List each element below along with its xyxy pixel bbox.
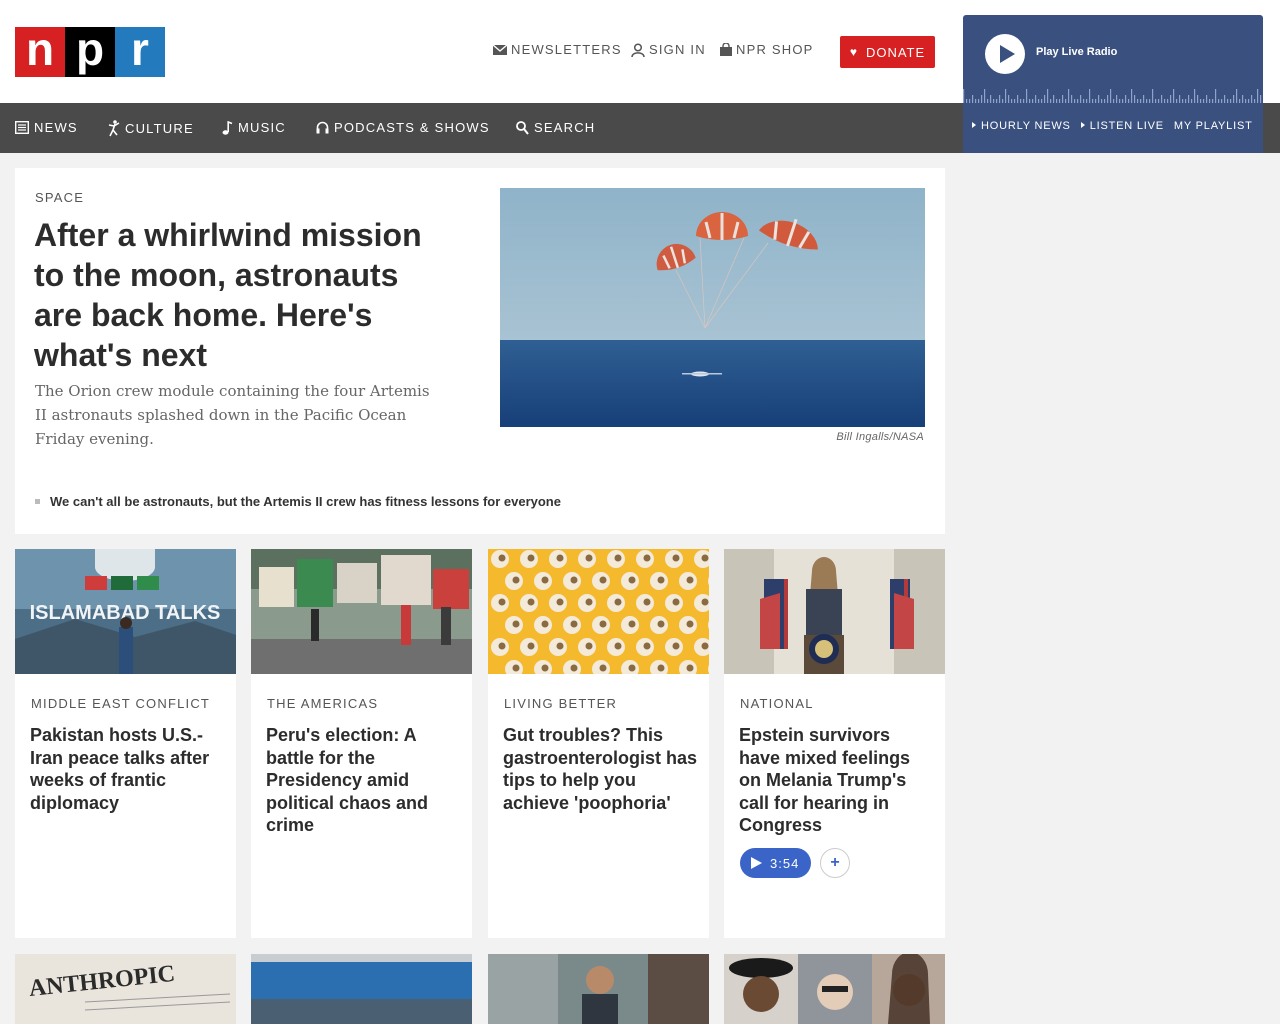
audio-waveform-icon [963, 89, 1262, 103]
story-image[interactable] [488, 954, 709, 1024]
story-title[interactable]: Pakistan hosts U.S.-Iran peace talks aft… [30, 724, 225, 814]
play-triangle-icon [1080, 122, 1085, 128]
audio-controls: 3:54 + [740, 848, 850, 878]
search-icon [516, 120, 529, 135]
story-slug[interactable]: LIVING BETTER [504, 696, 617, 711]
story-image[interactable] [251, 549, 472, 674]
logo-letter-n: n [15, 26, 65, 77]
donate-button[interactable]: ♥ DONATE [840, 36, 935, 68]
dancer-icon [108, 120, 120, 137]
nav-search-label: SEARCH [534, 120, 596, 135]
donate-label: DONATE [865, 44, 926, 60]
envelope-icon [493, 44, 507, 55]
story-image[interactable] [724, 549, 945, 674]
related-story-label: We can't all be astronauts, but the Arte… [50, 494, 561, 509]
story-card: THE AMERICAS Peru's election: A battle f… [251, 549, 472, 938]
sign-in-link[interactable]: SIGN IN [631, 42, 706, 57]
story-title[interactable]: Peru's election: A battle for the Presid… [266, 724, 461, 837]
npr-shop-label: NPR SHOP [736, 42, 814, 57]
main-nav: NEWS CULTURE MUSIC PODCASTS & SHOWS SEAR… [0, 103, 963, 153]
music-note-icon [222, 120, 233, 135]
nav-music-label: MUSIC [238, 120, 286, 135]
play-triangle-icon [972, 122, 976, 128]
nav-news[interactable]: NEWS [15, 120, 78, 135]
audio-play-button[interactable]: 3:54 [740, 848, 811, 878]
hourly-news-link[interactable]: HOURLY NEWS [972, 120, 1071, 132]
nav-news-label: NEWS [34, 120, 78, 135]
npr-shop-link[interactable]: NPR SHOP [720, 42, 814, 57]
nav-podcasts-label: PODCASTS & SHOWS [334, 120, 490, 135]
audio-duration: 3:54 [770, 855, 800, 871]
newsletters-label: NEWSLETTERS [511, 42, 622, 57]
lead-story: SPACE After a whirlwind mission to the m… [15, 168, 945, 534]
lead-image-credit: Bill Ingalls/NASA [836, 431, 924, 443]
story-image[interactable] [724, 954, 945, 1024]
npr-logo[interactable]: n p r [15, 26, 165, 77]
story-card: LIVING BETTER Gut troubles? This gastroe… [488, 549, 709, 938]
nav-music[interactable]: MUSIC [222, 120, 286, 135]
story-slug[interactable]: MIDDLE EAST CONFLICT [31, 696, 210, 711]
story-title[interactable]: Epstein survivors have mixed feelings on… [739, 724, 934, 837]
nav-podcasts-shows[interactable]: PODCASTS & SHOWS [316, 120, 490, 135]
sign-in-label: SIGN IN [649, 42, 706, 57]
play-icon [751, 857, 762, 869]
lead-story-teaser[interactable]: The Orion crew module containing the fou… [35, 379, 445, 451]
story-card: NATIONAL Epstein survivors have mixed fe… [724, 549, 945, 938]
listen-live-link[interactable]: LISTEN LIVE [1080, 120, 1164, 132]
story-image[interactable] [488, 549, 709, 674]
nav-culture-label: CULTURE [125, 121, 194, 136]
story-title[interactable]: Gut troubles? This gastroenterologist ha… [503, 724, 698, 814]
story-image[interactable]: ANTHROPIC [15, 954, 236, 1024]
nav-search[interactable]: SEARCH [516, 120, 595, 135]
lead-story-image[interactable] [500, 188, 925, 427]
headphones-icon [316, 121, 329, 134]
play-live-radio-label[interactable]: Play Live Radio [1036, 46, 1117, 58]
newspaper-icon [15, 121, 29, 134]
lead-story-title[interactable]: After a whirlwind mission to the moon, a… [34, 215, 454, 375]
add-to-playlist-button[interactable]: + [820, 848, 850, 878]
nav-culture[interactable]: CULTURE [108, 120, 194, 137]
my-playlist-link[interactable]: MY PLAYLIST [1174, 120, 1253, 132]
play-icon[interactable] [985, 34, 1025, 74]
story-card: ISLAMABAD TALKS MIDDLE EAST CONFLICT Pak… [15, 549, 236, 938]
bullet-icon [35, 499, 40, 504]
story-slug[interactable]: NATIONAL [740, 696, 814, 711]
user-icon [631, 42, 645, 57]
related-story-link[interactable]: We can't all be astronauts, but the Arte… [35, 494, 561, 509]
player-links: HOURLY NEWS LISTEN LIVE MY PLAYLIST [972, 120, 1253, 132]
shopping-bag-icon [720, 43, 732, 56]
story-image[interactable] [251, 954, 472, 1024]
logo-letter-p: p [65, 26, 115, 77]
logo-letter-r: r [115, 26, 165, 77]
story-image[interactable]: ISLAMABAD TALKS [15, 549, 236, 674]
heart-icon: ♥ [849, 45, 858, 59]
newsletters-link[interactable]: NEWSLETTERS [493, 42, 622, 57]
lead-story-slug[interactable]: SPACE [35, 190, 84, 205]
plus-icon: + [830, 854, 840, 871]
story-slug[interactable]: THE AMERICAS [267, 696, 378, 711]
live-radio-player: Play Live Radio HOURLY NEWS LISTEN LIVE … [963, 15, 1263, 153]
